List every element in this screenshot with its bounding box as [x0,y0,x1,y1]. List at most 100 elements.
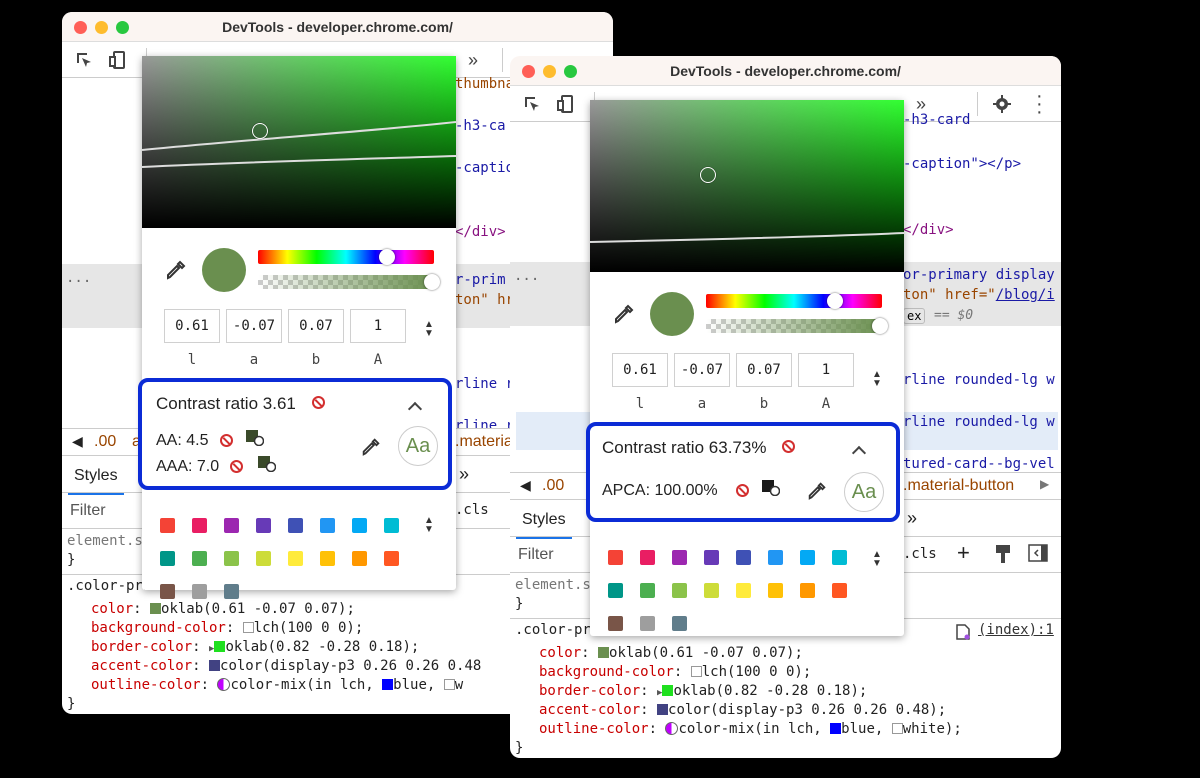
channel-b-input[interactable]: 0.07 [736,353,792,387]
color-spectrum[interactable] [590,100,904,272]
css-row-outline[interactable]: outline-color: color-mix(in lch, blue, w… [539,721,962,737]
color-swatch[interactable] [209,660,221,671]
palette-swatch[interactable] [672,616,687,631]
element-style-selector[interactable]: element.s [67,533,143,549]
dom-line[interactable]: r-prim [455,272,506,288]
palette-swatch[interactable] [608,550,623,565]
inspect-element-icon[interactable] [522,94,542,114]
toggle-sidebar-icon[interactable] [1028,544,1048,562]
paint-brush-icon[interactable] [994,544,1012,564]
format-toggle-icon[interactable]: ▲ ▼ [424,320,434,339]
more-panels-button[interactable]: » [907,508,917,529]
palette-swatch[interactable] [256,518,271,533]
css-row-border[interactable]: border-color: ▶ oklab(0.82 -0.28 0.18); [91,639,419,655]
palette-swatch[interactable] [192,584,207,599]
alpha-slider[interactable] [706,319,882,333]
eyedropper-icon[interactable] [360,436,382,458]
source-link[interactable]: (index):1 [978,622,1054,638]
channel-alpha-input[interactable]: 1 [350,309,406,343]
format-toggle-icon[interactable]: ▲ ▼ [872,370,882,389]
tab-styles[interactable]: Styles [516,508,572,539]
device-toolbar-icon[interactable] [556,94,576,114]
palette-swatch[interactable] [224,584,239,599]
row-ellipsis[interactable]: ... [66,270,91,286]
palette-swatch[interactable] [352,551,367,566]
dom-line[interactable]: </div> [455,224,506,240]
settings-gear-icon[interactable] [992,94,1012,114]
breadcrumb-left-arrow-icon[interactable]: ◀ [520,477,531,494]
element-style-selector[interactable]: element.s [515,577,591,593]
palette-swatch[interactable] [832,583,847,598]
channel-b-input[interactable]: 0.07 [288,309,344,343]
more-panels-button[interactable]: » [459,464,469,485]
auto-fix-icon[interactable] [246,430,264,446]
new-style-rule-button[interactable]: + [957,540,970,566]
color-swatch[interactable] [382,679,394,690]
palette-swatch[interactable] [608,583,623,598]
palette-swatch[interactable] [736,550,751,565]
palette-swatch[interactable] [704,583,719,598]
filter-input[interactable]: Filter [518,546,554,564]
cls-button[interactable]: .cls [455,502,489,518]
row-ellipsis[interactable]: ... [514,268,539,284]
palette-swatch[interactable] [288,518,303,533]
inspect-element-icon[interactable] [74,50,94,70]
breadcrumb-item[interactable]: .00 [542,477,564,495]
kebab-menu-icon[interactable]: · · · [1036,86,1043,122]
auto-fix-icon[interactable] [762,480,780,496]
palette-swatch[interactable] [224,518,239,533]
color-swatch[interactable] [662,685,674,696]
breadcrumb-item[interactable]: .00 [94,433,116,451]
alpha-slider-handle[interactable] [424,274,440,290]
rule-selector[interactable]: .color-pri [67,578,151,594]
palette-swatch[interactable] [608,616,623,631]
color-swatch[interactable] [443,679,455,690]
palette-swatch[interactable] [704,550,719,565]
palette-swatch[interactable] [640,583,655,598]
dom-line[interactable]: ton" hr [455,292,514,308]
breadcrumb-left-arrow-icon[interactable]: ◀ [72,433,83,450]
css-row-border[interactable]: border-color: ▶ oklab(0.82 -0.28 0.18); [539,683,867,699]
css-row-color[interactable]: color: oklab(0.61 -0.07 0.07); [91,601,355,617]
breadcrumb-right-arrow-icon[interactable]: ▶ [1040,477,1049,491]
dom-line[interactable]: rline rounded-lg w [903,372,1055,388]
css-row-background[interactable]: background-color: lch(100 0 0); [539,664,811,680]
hue-slider[interactable] [258,250,434,264]
css-row-accent[interactable]: accent-color: color(display-p3 0.26 0.26… [91,658,481,674]
palette-swatch[interactable] [224,551,239,566]
alpha-slider-handle[interactable] [872,318,888,334]
dom-line[interactable]: </div> [903,222,954,238]
cls-button[interactable]: .cls [903,546,937,562]
palette-swatch[interactable] [160,551,175,566]
css-row-color[interactable]: color: oklab(0.61 -0.07 0.07); [539,645,803,661]
palette-swatch[interactable] [832,550,847,565]
dom-line[interactable]: ton" href="/blog/i [903,287,1055,303]
hue-slider-handle[interactable] [379,249,395,265]
breadcrumb-item[interactable]: .materia [455,433,513,451]
palette-swatch[interactable] [768,583,783,598]
color-swatch[interactable] [150,603,162,614]
dom-line[interactable]: -h3-ca [455,118,506,134]
css-row-background[interactable]: background-color: lch(100 0 0); [91,620,363,636]
filter-input[interactable]: Filter [70,502,106,520]
color-swatch[interactable] [214,641,226,652]
collapse-chevron-icon[interactable] [407,401,423,417]
dom-line[interactable]: -captio [455,160,514,176]
css-row-outline[interactable]: outline-color: color-mix(in lch, blue, w [91,677,463,693]
dom-line[interactable]: rline r [455,376,514,392]
collapse-chevron-icon[interactable] [851,445,867,461]
alpha-slider[interactable] [258,275,434,289]
hue-slider-handle[interactable] [827,293,843,309]
palette-swatch[interactable] [160,584,175,599]
tab-styles[interactable]: Styles [68,464,124,495]
palette-swatch[interactable] [320,551,335,566]
palette-swatch[interactable] [320,518,335,533]
dom-line[interactable]: rline rounded-lg w [903,414,1055,430]
more-tabs-button[interactable]: » [468,50,478,71]
hue-slider[interactable] [706,294,882,308]
palette-swatch[interactable] [800,550,815,565]
spectrum-handle[interactable] [700,167,716,183]
channel-l-input[interactable]: 0.61 [612,353,668,387]
palette-swatch[interactable] [160,518,175,533]
auto-fix-icon[interactable] [258,456,276,472]
